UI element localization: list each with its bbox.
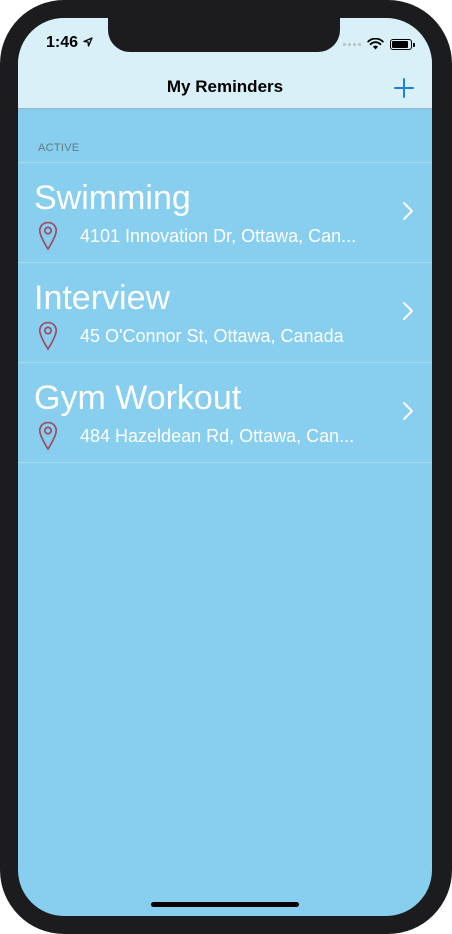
home-indicator[interactable] — [151, 902, 299, 907]
location-pin-icon — [38, 421, 58, 451]
location-pin-icon — [38, 321, 58, 351]
reminder-title: Interview — [34, 279, 171, 317]
reminders-list: Swimming 4101 Innovation Dr, Ottawa, Can… — [18, 162, 432, 463]
location-pin-icon — [38, 221, 58, 251]
app-screen: 1:46 My Reminders ACTIVE Swimming 4101 I… — [18, 18, 432, 916]
status-bar: 1:46 — [18, 18, 432, 68]
cellular-signal-icon — [343, 42, 361, 46]
chevron-right-icon — [403, 302, 413, 320]
status-indicators — [343, 38, 415, 50]
section-header-active: ACTIVE — [38, 142, 80, 154]
reminder-address: 45 O'Connor St, Ottawa, Canada — [80, 326, 344, 346]
location-arrow-icon — [83, 37, 94, 47]
plus-icon — [394, 78, 414, 98]
reminder-title: Swimming — [34, 179, 191, 217]
reminder-row[interactable]: Interview 45 O'Connor St, Ottawa, Canada — [18, 262, 432, 362]
phone-frame: 1:46 My Reminders ACTIVE Swimming 4101 I… — [0, 0, 452, 934]
reminder-address: 4101 Innovation Dr, Ottawa, Can... — [80, 226, 357, 246]
navigation-bar: My Reminders — [18, 68, 432, 109]
reminder-title: Gym Workout — [34, 379, 242, 417]
chevron-right-icon — [403, 402, 413, 420]
add-reminder-button[interactable] — [390, 74, 418, 102]
reminder-row[interactable]: Swimming 4101 Innovation Dr, Ottawa, Can… — [18, 162, 432, 262]
chevron-right-icon — [403, 202, 413, 220]
status-time: 1:46 — [46, 34, 94, 52]
wifi-icon — [367, 38, 384, 50]
nav-title: My Reminders — [166, 77, 284, 96]
reminder-address: 484 Hazeldean Rd, Ottawa, Can... — [80, 426, 355, 446]
reminder-row[interactable]: Gym Workout 484 Hazeldean Rd, Ottawa, Ca… — [18, 362, 432, 463]
battery-icon — [390, 38, 415, 50]
device-notch — [108, 18, 340, 52]
